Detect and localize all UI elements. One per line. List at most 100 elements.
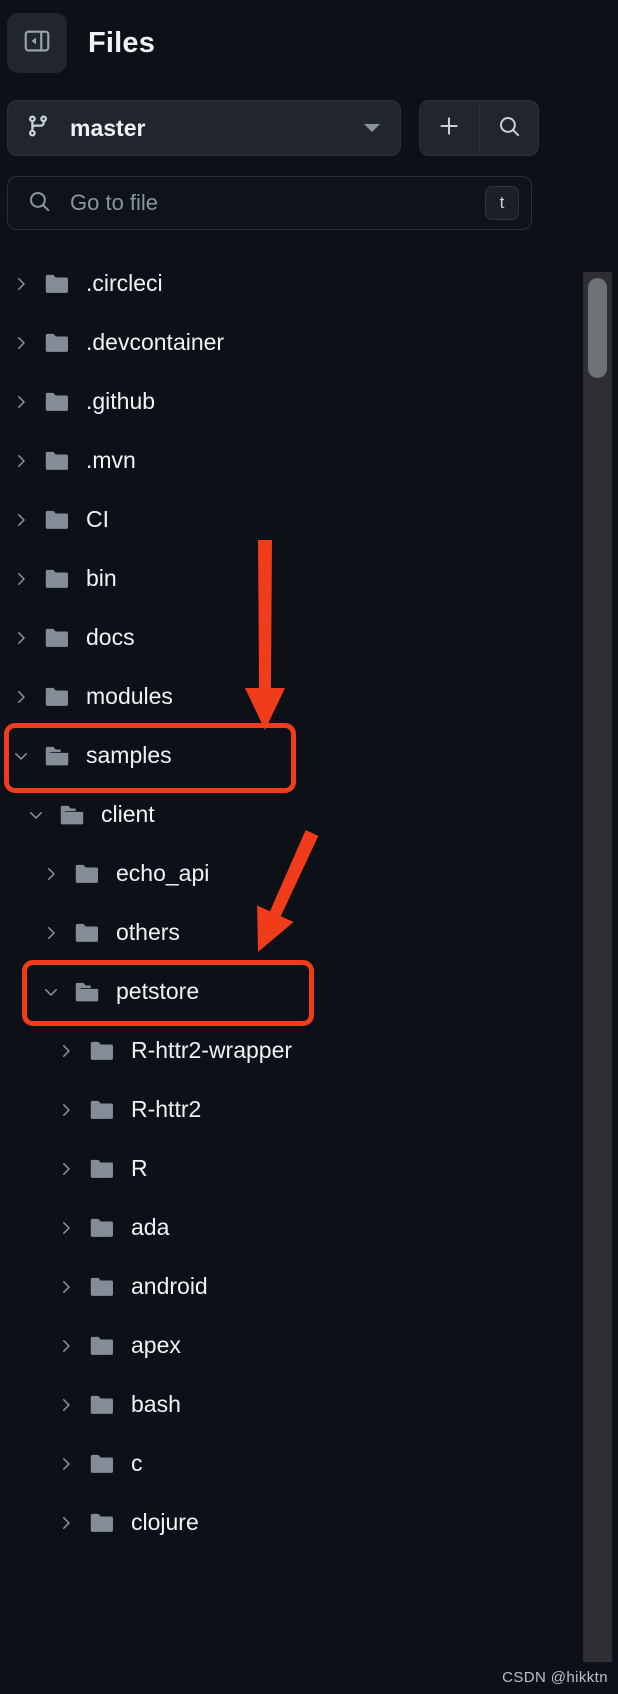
tree-item-bin[interactable]: bin: [0, 549, 583, 608]
folder-icon: [88, 1450, 116, 1478]
search-icon: [496, 113, 522, 144]
tree-item-samples[interactable]: samples: [0, 726, 583, 785]
tree-item-label: petstore: [116, 978, 200, 1004]
tree-item-label: R: [131, 1155, 148, 1181]
tree-item-bash[interactable]: bash: [0, 1375, 583, 1434]
folder-open-icon: [58, 801, 86, 829]
chevron-right-icon[interactable]: [40, 863, 62, 885]
tree-scrollbar-thumb[interactable]: [588, 278, 607, 378]
tree-item--github[interactable]: .github: [0, 372, 583, 431]
chevron-right-icon[interactable]: [55, 1394, 77, 1416]
chevron-right-icon[interactable]: [55, 1217, 77, 1239]
tree-item-apex[interactable]: apex: [0, 1316, 583, 1375]
chevron-right-icon[interactable]: [10, 509, 32, 531]
tree-item--circleci[interactable]: .circleci: [0, 254, 583, 313]
tree-item-label: .github: [86, 388, 156, 414]
tree-item-label: R-httr2: [131, 1096, 202, 1122]
tree-item-label: others: [116, 919, 180, 945]
tree-item-ci[interactable]: CI: [0, 490, 583, 549]
tree-item-label: bash: [131, 1391, 181, 1417]
tree-item-docs[interactable]: docs: [0, 608, 583, 667]
go-to-file-search[interactable]: Go to file t: [7, 176, 532, 230]
folder-icon: [43, 565, 71, 593]
tree-item-petstore[interactable]: petstore: [0, 962, 583, 1021]
folder-icon: [88, 1332, 116, 1360]
tree-item-label: docs: [86, 624, 135, 650]
plus-icon: [436, 113, 462, 144]
tree-scrollbar-track[interactable]: [583, 272, 612, 1662]
tree-item-label: c: [131, 1450, 143, 1476]
chevron-right-icon[interactable]: [10, 568, 32, 590]
search-shortcut-badge: t: [485, 186, 519, 220]
tree-item--mvn[interactable]: .mvn: [0, 431, 583, 490]
sidebar-collapse-icon: [22, 26, 52, 61]
sidebar-collapse-button[interactable]: [7, 13, 67, 73]
branch-name: master: [70, 114, 146, 141]
chevron-right-icon[interactable]: [55, 1335, 77, 1357]
folder-icon: [43, 270, 71, 298]
chevron-down-icon[interactable]: [40, 981, 62, 1003]
tree-item-label: samples: [86, 742, 172, 768]
folder-icon: [43, 624, 71, 652]
chevron-right-icon[interactable]: [55, 1040, 77, 1062]
chevron-right-icon[interactable]: [10, 391, 32, 413]
chevron-right-icon[interactable]: [55, 1158, 77, 1180]
tree-item-ada[interactable]: ada: [0, 1198, 583, 1257]
watermark: CSDN @hikktn: [502, 1669, 608, 1686]
tree-item-label: android: [131, 1273, 208, 1299]
chevron-right-icon[interactable]: [40, 922, 62, 944]
tree-item-label: CI: [86, 506, 109, 532]
folder-icon: [73, 860, 101, 888]
tree-item-label: clojure: [131, 1509, 199, 1535]
tree-item-modules[interactable]: modules: [0, 667, 583, 726]
tree-item-label: modules: [86, 683, 173, 709]
chevron-down-icon[interactable]: [10, 745, 32, 767]
tree-item-label: ada: [131, 1214, 170, 1240]
folder-icon: [88, 1391, 116, 1419]
tree-item-client[interactable]: client: [0, 785, 583, 844]
chevron-right-icon[interactable]: [10, 450, 32, 472]
tree-item-label: .mvn: [86, 447, 136, 473]
add-file-button[interactable]: [420, 101, 479, 155]
chevron-down-icon[interactable]: [25, 804, 47, 826]
chevron-down-icon: [364, 124, 380, 132]
tree-item-label: R-httr2-wrapper: [131, 1037, 293, 1063]
tree-item--devcontainer[interactable]: .devcontainer: [0, 313, 583, 372]
tree-item-r[interactable]: R: [0, 1139, 583, 1198]
folder-open-icon: [43, 742, 71, 770]
folder-icon: [43, 683, 71, 711]
tree-item-c[interactable]: c: [0, 1434, 583, 1493]
folder-icon: [43, 506, 71, 534]
tree-item-clojure[interactable]: clojure: [0, 1493, 583, 1552]
folder-open-icon: [73, 978, 101, 1006]
chevron-right-icon[interactable]: [10, 686, 32, 708]
chevron-right-icon[interactable]: [55, 1512, 77, 1534]
tree-item-r-httr2[interactable]: R-httr2: [0, 1080, 583, 1139]
chevron-right-icon[interactable]: [55, 1276, 77, 1298]
folder-icon: [88, 1096, 116, 1124]
chevron-right-icon[interactable]: [55, 1453, 77, 1475]
chevron-right-icon[interactable]: [10, 273, 32, 295]
folder-icon: [73, 919, 101, 947]
tree-item-label: client: [101, 801, 155, 827]
branch-actions: [419, 100, 539, 156]
folder-icon: [88, 1273, 116, 1301]
folder-icon: [88, 1214, 116, 1242]
tree-item-label: .circleci: [86, 270, 163, 296]
tree-item-r-httr2-wrapper[interactable]: R-httr2-wrapper: [0, 1021, 583, 1080]
chevron-right-icon[interactable]: [10, 332, 32, 354]
folder-icon: [43, 329, 71, 357]
tree-item-android[interactable]: android: [0, 1257, 583, 1316]
panel-header: Files: [0, 0, 618, 86]
branch-selector[interactable]: master: [7, 100, 401, 156]
chevron-right-icon[interactable]: [55, 1099, 77, 1121]
tree-item-label: .devcontainer: [86, 329, 225, 355]
search-input[interactable]: Go to file: [70, 190, 485, 216]
tree-item-label: apex: [131, 1332, 181, 1358]
page-title: Files: [88, 26, 156, 59]
chevron-right-icon[interactable]: [10, 627, 32, 649]
search-files-button[interactable]: [478, 101, 539, 155]
tree-item-echo-api[interactable]: echo_api: [0, 844, 583, 903]
folder-icon: [88, 1155, 116, 1183]
tree-item-others[interactable]: others: [0, 903, 583, 962]
